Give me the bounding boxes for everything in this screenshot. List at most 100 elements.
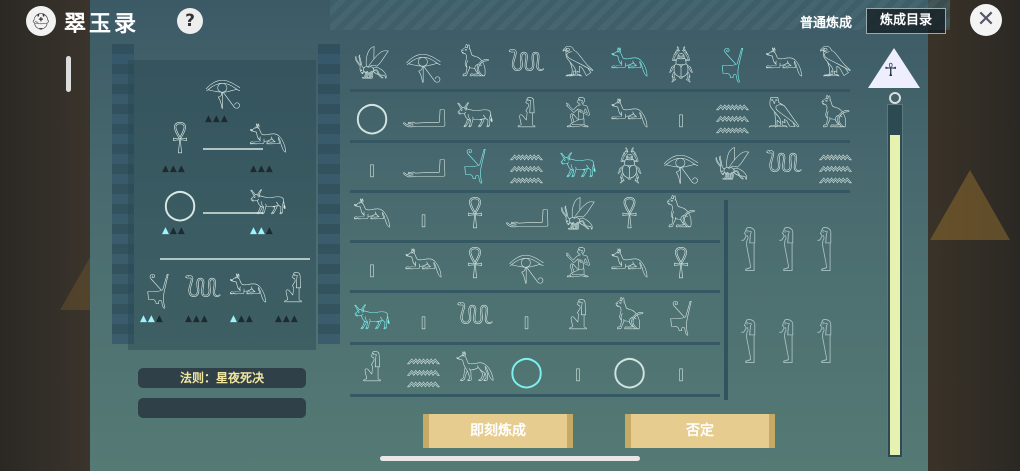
glyph-tile[interactable]: ◯	[505, 350, 549, 394]
glyph-tile[interactable]: 𓋔	[453, 146, 497, 190]
glyph-tile[interactable]: 𓆙	[453, 298, 497, 342]
glyph-tile[interactable]: 𓂝	[402, 146, 447, 190]
glyph-tile[interactable]: 𓀀	[556, 96, 600, 140]
confirm-alchemy-button[interactable]: 即刻炼成	[423, 414, 573, 448]
glyph-tile[interactable]: 𓈗	[505, 146, 549, 190]
glyph-tile[interactable]: 𓏤	[659, 96, 703, 140]
glyph-tile[interactable]: 𓏤	[556, 350, 600, 394]
glyph-tile[interactable]: 𓋔	[659, 298, 703, 342]
glyph-tile[interactable]: 𓃥	[453, 350, 497, 394]
glyph-tile[interactable]: 𓈗	[814, 146, 858, 190]
recipe-slot-glyph[interactable]: 𓋔	[138, 278, 178, 308]
glyph-tile[interactable]: 𓈗	[711, 96, 755, 140]
glyph-tile[interactable]: 𓏤	[350, 246, 394, 290]
glyph-tile[interactable]: 𓃠	[659, 196, 703, 240]
glyph-tile[interactable]: 𓃢	[608, 96, 652, 140]
reject-button[interactable]: 否定	[625, 414, 775, 448]
slot-markers: ▲▲▲	[185, 314, 209, 324]
helmet-logo-icon: ⛑	[26, 6, 56, 36]
glyph-tile[interactable]: 𓆣	[608, 146, 652, 190]
slot-markers: ▲▲▲	[275, 314, 299, 324]
slot-markers: ▲▲▲	[250, 226, 274, 236]
glyph-tile[interactable]: 𓆙	[505, 45, 549, 89]
side-drawer-handle[interactable]	[66, 56, 71, 92]
glyph-tile[interactable]: 𓏤	[402, 196, 446, 240]
glyph-tile[interactable]: 𓆤	[350, 45, 394, 89]
glyph-tile[interactable]: 𓂝	[505, 196, 550, 240]
statue-figure: 𓀾	[816, 231, 834, 282]
shelf-line	[350, 89, 850, 92]
rule-slot-empty	[138, 398, 306, 418]
recipe-slot-glyph[interactable]: 𓃢	[228, 278, 268, 308]
glyph-tile[interactable]: 𓋔	[711, 45, 755, 89]
glyph-tile[interactable]: 𓅃	[814, 45, 858, 89]
glyph-tile[interactable]: 𓃢	[608, 246, 652, 290]
glyph-tile[interactable]: 𓃠	[814, 96, 858, 140]
glyph-tile[interactable]: ◯	[608, 350, 652, 394]
mode-normal-tab[interactable]: 普通炼成	[800, 12, 852, 31]
glyph-tile[interactable]: 𓏤	[505, 298, 549, 342]
recipe-slot-glyph[interactable]: 𓃒	[248, 190, 288, 220]
slot-markers: ▲▲▲	[162, 164, 186, 174]
energy-gauge	[887, 104, 903, 458]
glyph-tile[interactable]: 𓅃	[556, 45, 600, 89]
glyph-tile[interactable]: 𓆣	[659, 45, 703, 89]
statue-figure: 𓀾	[778, 231, 796, 282]
glyph-tile[interactable]: 𓅓	[762, 96, 806, 140]
glyph-tile[interactable]: 𓃢	[762, 45, 806, 89]
close-x-icon[interactable]: ✕	[970, 4, 1002, 36]
glyph-tile[interactable]: 𓋹	[453, 196, 497, 240]
recipe-slot-glyph[interactable]: 𓂀	[203, 78, 243, 108]
glyph-tile[interactable]: 𓃒	[453, 96, 497, 140]
glyph-tile[interactable]: 𓃢	[402, 246, 446, 290]
grid-divider	[724, 200, 728, 400]
glyph-tile[interactable]: 𓂀	[402, 45, 446, 89]
recipe-slot-glyph[interactable]: 𓆙	[183, 278, 223, 308]
recipe-slot-glyph[interactable]: 𓃢	[248, 128, 288, 158]
statue-figure: 𓀾	[740, 231, 758, 282]
slot-markers: ▲▲▲	[205, 114, 229, 124]
glyph-tile[interactable]: 𓃒	[350, 298, 394, 342]
glyph-tile[interactable]: 𓋹	[608, 196, 652, 240]
glyph-tile[interactable]: 𓁐	[556, 298, 600, 342]
shelf-line	[350, 140, 850, 143]
glyph-tile[interactable]: 𓈗	[402, 350, 446, 394]
glyph-tile[interactable]: 𓂀	[659, 146, 703, 190]
recipe-slot-glyph[interactable]: 𓁐	[273, 278, 313, 308]
glyph-tile[interactable]: 𓆤	[556, 196, 600, 240]
glyph-tile[interactable]: ◯	[350, 96, 394, 140]
home-indicator	[380, 456, 640, 461]
recipe-slot-glyph[interactable]: 𓋹	[160, 128, 200, 158]
recipe-connector	[203, 148, 263, 150]
statue-figure: 𓀾	[778, 323, 796, 374]
recipe-slot-glyph[interactable]: ◯	[160, 190, 200, 220]
glyph-tile[interactable]: 𓃠	[608, 298, 652, 342]
glyph-tile[interactable]: 𓏤	[402, 298, 446, 342]
shelf-line	[350, 240, 720, 243]
mode-catalog-tab[interactable]: 炼成目录	[866, 8, 946, 34]
glyph-tile[interactable]: 𓆙	[762, 146, 806, 190]
glyph-tile[interactable]: 𓏤	[350, 146, 394, 190]
rule-label: 法则：星夜死决	[138, 368, 306, 388]
glyph-tile[interactable]: 𓋹	[659, 246, 703, 290]
glyph-tile[interactable]: 𓂀	[505, 246, 549, 290]
glyph-tile[interactable]: 𓁐	[505, 96, 549, 140]
shelf-line	[350, 342, 720, 345]
glyph-tile[interactable]: 𓀀	[556, 246, 600, 290]
glyph-tile[interactable]: 𓃢	[350, 196, 394, 240]
glyph-tile[interactable]: 𓃢	[608, 45, 652, 89]
gauge-ring	[889, 92, 901, 104]
glyph-tile[interactable]: 𓃠	[453, 45, 497, 89]
glyph-tile[interactable]: 𓂝	[402, 96, 447, 140]
help-button[interactable]: ?	[177, 8, 203, 34]
glyph-tile[interactable]: 𓋹	[453, 246, 497, 290]
glyph-tile[interactable]: 𓃒	[556, 146, 600, 190]
slot-markers: ▲▲▲	[250, 164, 274, 174]
top-frieze	[330, 0, 950, 30]
glyph-tile[interactable]: 𓁐	[350, 350, 394, 394]
slot-markers: ▲▲▲	[140, 314, 164, 324]
recipe-connector	[160, 258, 310, 260]
glyph-tile[interactable]: 𓆤	[711, 146, 755, 190]
ankh-icon: ☥	[884, 60, 898, 81]
glyph-tile[interactable]: 𓏤	[659, 350, 703, 394]
